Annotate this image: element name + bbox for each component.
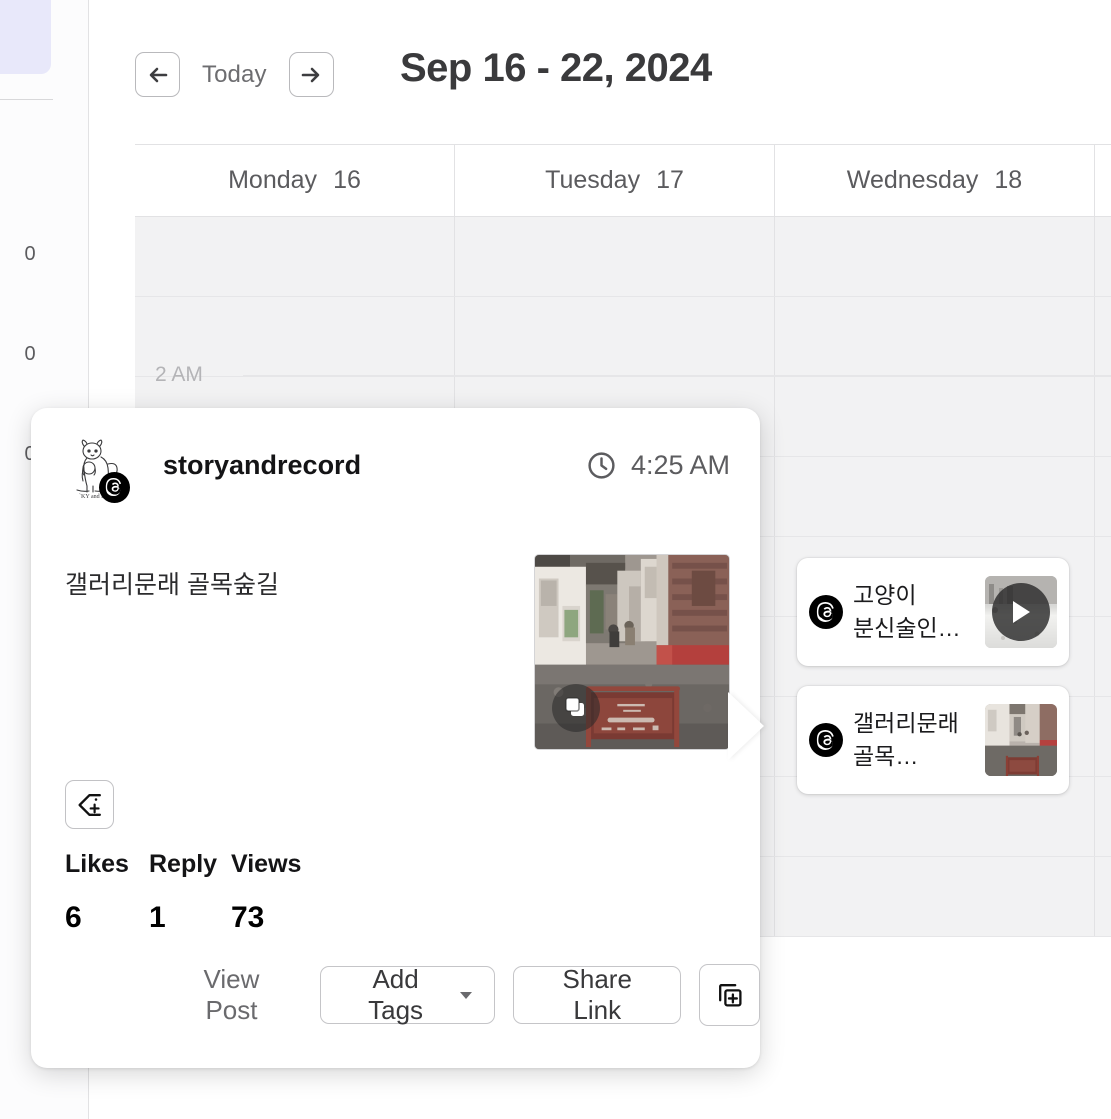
threads-glyph (816, 601, 834, 622)
event-thumbnail-image[interactable] (985, 704, 1057, 776)
popup-header: `KY and RE storyandrecord 4:25 AM (65, 436, 730, 512)
today-button[interactable]: Today (180, 61, 289, 89)
copy-plus-icon (718, 984, 742, 1007)
arrow-left-icon (149, 67, 167, 82)
day-header-weekday: Wednesday (846, 166, 979, 194)
stat-likes: Likes 6 (65, 850, 149, 935)
hour-row[interactable] (135, 217, 1111, 297)
day-header-wednesday[interactable]: Wednesday 18 (775, 145, 1095, 216)
post-time: 4:25 AM (586, 450, 730, 481)
time-slot[interactable] (775, 377, 1095, 456)
threads-icon (99, 472, 130, 503)
threads-icon (809, 723, 843, 757)
calendar-toolbar: Today (135, 52, 334, 97)
time-slot[interactable] (775, 457, 1095, 536)
stat-value: 6 (65, 901, 82, 934)
time-slot[interactable] (775, 297, 1095, 376)
popup-pointer (728, 692, 764, 760)
rail-divider (0, 99, 53, 100)
share-link-label: Share Link (562, 964, 632, 1025)
time-rule (243, 375, 1111, 376)
day-header-weekday: Monday (228, 166, 318, 194)
alley-thumbnail-image (985, 704, 1057, 776)
previous-week-button[interactable] (135, 52, 180, 97)
add-tags-button[interactable]: Add Tags (319, 964, 496, 1025)
threads-icon (809, 595, 843, 629)
app-root: 0 0 0 Today Sep 16 - 22, 2024 Monday 16 (0, 0, 1111, 1119)
multi-image-glyph (565, 697, 584, 716)
carousel-icon (552, 684, 600, 732)
post-detail-popup: `KY and RE storyandrecord 4:25 AM 갤러리문래 (31, 408, 760, 1068)
add-tags-label: Add Tags (368, 964, 424, 1025)
rail-highlight-block (0, 0, 51, 74)
account-username[interactable]: storyandrecord (163, 450, 361, 481)
time-slot[interactable] (135, 217, 455, 296)
time-label-2am: 2 AM (155, 363, 203, 386)
popup-actions: View Post Add Tags Share Link (161, 964, 760, 1026)
chevron-down-icon (460, 991, 473, 999)
avatar[interactable]: `KY and RE (65, 438, 131, 504)
add-tag-button[interactable] (65, 780, 114, 829)
share-link-button[interactable]: Share Link (513, 964, 682, 1025)
post-stats: Likes 6 Reply 1 Views 73 (65, 850, 301, 935)
event-thumbnail-video[interactable] (985, 576, 1057, 648)
clock-icon (588, 452, 615, 479)
stat-value: 1 (149, 901, 166, 934)
event-title: 갤러리문래 골목… (853, 710, 959, 769)
tag-plus-icon (77, 793, 101, 816)
play-icon[interactable] (992, 583, 1050, 641)
stat-label: Reply (149, 850, 218, 878)
rail-count-1: 0 (24, 343, 36, 365)
stat-reply: Reply 1 (149, 850, 231, 935)
post-caption: 갤러리문래 골목숲길 (65, 571, 279, 599)
play-triangle (1013, 601, 1030, 623)
event-card-video[interactable]: 고양이 분신술인… (797, 558, 1069, 666)
duplicate-post-button[interactable] (699, 964, 760, 1026)
arrow-right-icon (301, 67, 320, 82)
time-slot[interactable] (775, 217, 1095, 296)
post-media[interactable] (534, 554, 730, 750)
stat-label: Views (231, 850, 302, 878)
event-title: 고양이 분신술인… (853, 582, 961, 641)
date-range-title: Sep 16 - 22, 2024 (400, 46, 712, 90)
day-header-date: 16 (333, 166, 361, 194)
threads-glyph (816, 729, 834, 750)
next-week-button[interactable] (288, 52, 334, 97)
hour-row[interactable]: 2 AM (135, 297, 1111, 386)
time-slot[interactable] (775, 857, 1095, 936)
day-header-tuesday[interactable]: Tuesday 17 (455, 145, 775, 216)
stat-value: 73 (231, 901, 265, 934)
post-time-text: 4:25 AM (630, 450, 730, 480)
day-header-monday[interactable]: Monday 16 (135, 145, 455, 216)
day-header-date: 17 (656, 166, 684, 194)
rail-count-0: 0 (24, 243, 36, 265)
day-header-row: Monday 16 Tuesday 17 Wednesday 18 (135, 144, 1111, 217)
stat-label: Likes (65, 850, 129, 878)
view-post-button[interactable]: View Post (161, 964, 302, 1026)
event-card-image[interactable]: 갤러리문래 골목… (797, 686, 1069, 794)
stat-views: Views 73 (231, 850, 301, 935)
day-header-weekday: Tuesday (545, 166, 641, 194)
threads-glyph (105, 478, 122, 497)
day-header-date: 18 (994, 166, 1023, 194)
time-slot[interactable] (455, 297, 775, 376)
time-slot[interactable] (455, 217, 775, 296)
